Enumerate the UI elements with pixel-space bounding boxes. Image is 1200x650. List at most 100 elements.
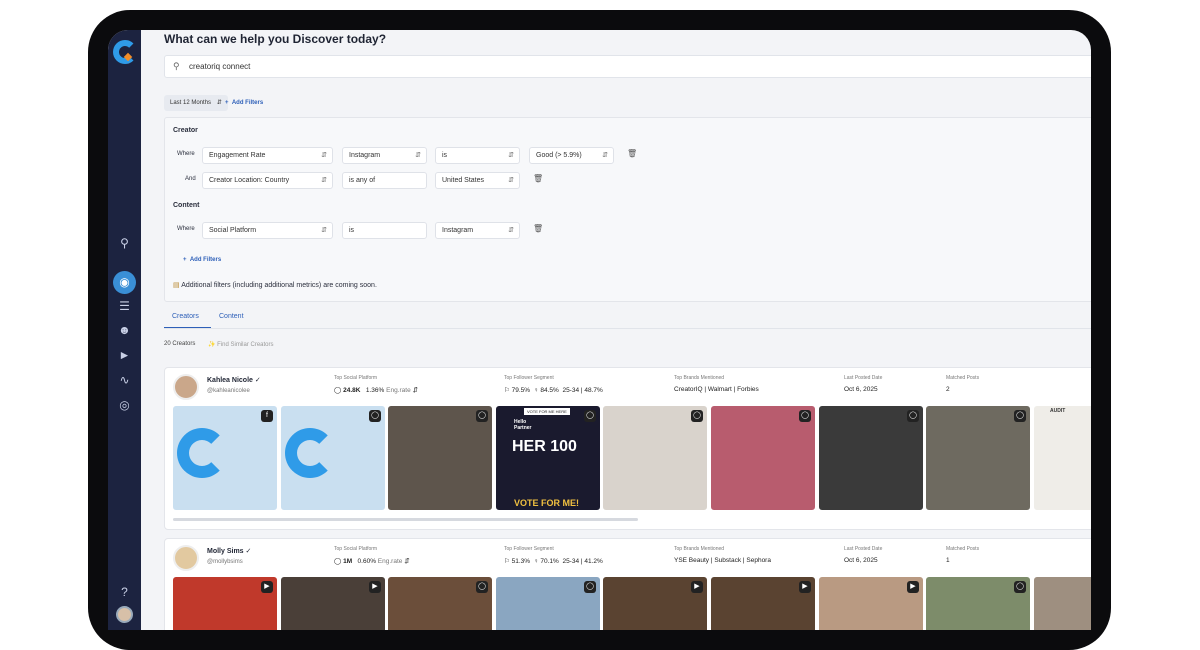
search-value: creatoriq connect bbox=[189, 62, 251, 71]
instagram-icon: ◯ bbox=[334, 387, 342, 394]
chevron-icon: ⇵ bbox=[508, 177, 514, 184]
post-thumbnail[interactable]: ◯ bbox=[496, 577, 600, 630]
post-thumbnail[interactable]: ◯ bbox=[926, 406, 1030, 510]
post-thumbnail[interactable]: VOTE FOR ME HERE Hello Partner HER 100 V… bbox=[496, 406, 600, 510]
creator-heading: Creator bbox=[173, 127, 198, 134]
post-thumbnail[interactable]: ◯ bbox=[711, 406, 815, 510]
post-thumbnail[interactable]: ◯ bbox=[388, 406, 492, 510]
chevron-icon: ⇵ bbox=[321, 177, 327, 184]
creator-card[interactable]: Kahlea Nicole ✓ @kahleanicolee Top Socia… bbox=[164, 367, 1091, 530]
creator-name[interactable]: Molly Sims ✓ bbox=[207, 547, 251, 555]
filter-panel: Creator Where Engagement Rate ⇵ Instagram… bbox=[164, 117, 1091, 302]
post-thumbnail[interactable]: ▶ bbox=[281, 577, 385, 630]
value-value: Good (> 5.9%) bbox=[536, 152, 582, 159]
trash-icon[interactable]: 🗑 bbox=[533, 174, 543, 183]
post-thumbnail[interactable]: ▶ bbox=[603, 577, 707, 630]
condition-select[interactable]: is ⇵ bbox=[435, 147, 520, 164]
country-select[interactable]: United States ⇵ bbox=[435, 172, 520, 189]
platform-select[interactable]: Instagram ⇵ bbox=[342, 147, 427, 164]
add-filters-button[interactable]: + Add Filters bbox=[225, 100, 263, 106]
notice-text: Additional filters (including additional… bbox=[181, 282, 377, 289]
post-thumbnail[interactable]: AUDIT bbox=[1034, 406, 1091, 510]
field-select[interactable]: Social Platform ⇵ bbox=[202, 222, 333, 239]
post-thumbnail[interactable] bbox=[1034, 577, 1091, 630]
hello-partner-text: Hello Partner bbox=[514, 419, 532, 431]
help-icon[interactable]: ? bbox=[116, 584, 133, 601]
add-filters-button[interactable]: + Add Filters bbox=[183, 257, 221, 263]
field-value: Creator Location: Country bbox=[209, 177, 290, 184]
post-thumbnail[interactable]: ▶ bbox=[173, 577, 277, 630]
condition-value: is bbox=[442, 152, 448, 159]
field-select[interactable]: Engagement Rate ⇵ bbox=[202, 147, 333, 164]
globe-icon[interactable]: ◎ bbox=[116, 397, 133, 414]
matched-posts: 1 bbox=[946, 557, 950, 564]
where-label: Where bbox=[177, 151, 195, 157]
post-thumbnail[interactable]: ◯ bbox=[281, 406, 385, 510]
platform-metric: ◯ 24.8K 1.36% Eng.rate ⇵ bbox=[334, 386, 418, 394]
instagram-icon: ◯ bbox=[584, 410, 596, 422]
tab-creators[interactable]: Creators bbox=[172, 313, 199, 320]
youtube-icon: ▶ bbox=[261, 581, 273, 593]
horizontal-scrollbar[interactable] bbox=[173, 518, 638, 521]
app-screen: ⚲ ◉ ☰ ☻ ► ∿ ◎ ? What can we help you Dis… bbox=[108, 30, 1091, 630]
creator-name[interactable]: Kahlea Nicole ✓ bbox=[207, 376, 261, 384]
value-select[interactable]: Good (> 5.9%) ⇵ bbox=[529, 147, 614, 164]
eng-label: Eng.rate bbox=[377, 558, 403, 565]
creator-card[interactable]: Molly Sims ✓ @mollybsims Top Social Plat… bbox=[164, 538, 1091, 630]
operator-input[interactable]: is bbox=[342, 222, 427, 239]
post-thumbnail[interactable]: ◯ bbox=[603, 406, 707, 510]
trash-icon[interactable]: 🗑 bbox=[533, 224, 543, 233]
last-posted-date: Oct 6, 2025 bbox=[844, 557, 878, 564]
last-posted-date: Oct 6, 2025 bbox=[844, 386, 878, 393]
followers: 1M bbox=[343, 558, 353, 565]
segment-female: 70.1% bbox=[540, 558, 559, 565]
updown-icon[interactable]: ⇵ bbox=[413, 387, 418, 394]
metric-header: Top Social Platform bbox=[334, 546, 378, 552]
post-thumbnail[interactable]: ▶ bbox=[819, 577, 923, 630]
trash-icon[interactable]: 🗑 bbox=[627, 149, 637, 158]
creatoriq-logo-icon bbox=[177, 428, 227, 478]
platform-value: Instagram bbox=[349, 152, 381, 159]
metric-header: Top Social Platform bbox=[334, 375, 378, 381]
date-range-select[interactable]: Last 12 Months ⇵ bbox=[164, 95, 228, 111]
analytics-icon[interactable]: ∿ bbox=[116, 372, 133, 389]
where-label: Where bbox=[177, 226, 195, 232]
creator-handle: @mollybsims bbox=[207, 559, 243, 565]
updown-icon: ⇵ bbox=[216, 100, 222, 106]
discover-icon[interactable]: ◉ bbox=[113, 271, 136, 294]
field-select[interactable]: Creator Location: Country ⇵ bbox=[202, 172, 333, 189]
instagram-icon: ◯ bbox=[334, 558, 342, 565]
tab-content[interactable]: Content bbox=[219, 313, 244, 320]
segment-us: 79.5% bbox=[511, 387, 531, 394]
content-heading: Content bbox=[173, 202, 200, 209]
check-icon: ✓ bbox=[245, 548, 252, 555]
youtube-icon: ▶ bbox=[907, 581, 919, 593]
instagram-icon: ◯ bbox=[907, 410, 919, 422]
megaphone-icon[interactable]: ► bbox=[116, 347, 133, 364]
user-avatar[interactable] bbox=[116, 606, 133, 623]
platform-select[interactable]: Instagram ⇵ bbox=[435, 222, 520, 239]
post-thumbnail[interactable]: ◯ bbox=[819, 406, 923, 510]
brands-mentioned: YSE Beauty | Substack | Sephora bbox=[674, 557, 771, 564]
people-icon[interactable]: ☻ bbox=[116, 322, 133, 339]
instagram-icon: ◯ bbox=[1014, 410, 1026, 422]
post-thumbnail[interactable]: f bbox=[173, 406, 277, 510]
post-thumbnail[interactable]: ◯ bbox=[388, 577, 492, 630]
result-count: 20 Creators bbox=[164, 341, 196, 347]
find-similar-button[interactable]: ✨ Find Similar Creators bbox=[208, 341, 274, 348]
avatar bbox=[173, 545, 199, 571]
chevron-icon: ⇵ bbox=[508, 227, 514, 234]
operator-input[interactable]: is any of bbox=[342, 172, 427, 189]
creator-name-text: Kahlea Nicole bbox=[207, 377, 253, 384]
chevron-icon: ⇵ bbox=[415, 152, 421, 159]
updown-icon[interactable]: ⇵ bbox=[404, 558, 409, 565]
post-thumbnail[interactable]: ▶ bbox=[711, 577, 815, 630]
instagram-icon: ◯ bbox=[691, 410, 703, 422]
search-icon[interactable]: ⚲ bbox=[116, 235, 133, 252]
list-icon[interactable]: ☰ bbox=[116, 298, 133, 315]
followers: 24.8K bbox=[343, 387, 361, 394]
metric-header: Matched Posts bbox=[946, 546, 980, 552]
field-value: Engagement Rate bbox=[209, 152, 266, 159]
post-thumbnail[interactable]: ◯ bbox=[926, 577, 1030, 630]
search-input[interactable]: ⚲ creatoriq connect bbox=[164, 55, 1091, 78]
